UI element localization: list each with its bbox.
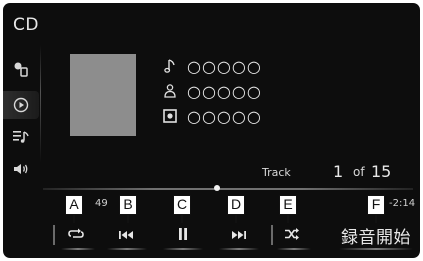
time-elapsed: 49 <box>95 198 108 209</box>
callout-a-line <box>73 215 75 223</box>
next-button-underline <box>219 248 259 250</box>
previous-button-underline <box>107 248 147 250</box>
callout-d: D <box>227 195 245 215</box>
track-label: Track <box>262 166 291 179</box>
progress-knob[interactable] <box>213 185 220 191</box>
previous-track-icon <box>118 226 134 245</box>
pause-button[interactable] <box>168 221 198 249</box>
callout-b-line <box>127 215 129 223</box>
track-of-label: of <box>353 165 365 179</box>
sidebar-item-source[interactable] <box>3 55 39 83</box>
callout-f-line <box>375 215 377 223</box>
album-name: ○○○○○ <box>187 106 262 126</box>
callout-c: C <box>173 195 191 215</box>
pause-button-underline <box>163 248 203 250</box>
record-start-button[interactable]: 録音開始 <box>337 221 415 249</box>
source-device-icon <box>13 61 29 77</box>
shuffle-button[interactable] <box>277 221 307 249</box>
time-remaining: -2:14 <box>389 198 416 209</box>
callout-c-line <box>181 215 183 223</box>
album-disc-icon <box>161 108 179 124</box>
record-button-underline <box>339 248 413 250</box>
speaker-volume-icon <box>12 161 30 177</box>
sidebar-item-playlist[interactable] <box>3 123 39 151</box>
pause-icon <box>177 226 189 245</box>
album-row: ○○○○○ <box>161 106 262 126</box>
track-current: 1 <box>333 162 344 181</box>
previous-track-button[interactable] <box>111 221 141 249</box>
sidebar-item-now-playing[interactable] <box>3 91 39 119</box>
callout-d-line <box>235 215 237 223</box>
sidebar-item-volume[interactable] <box>3 155 39 183</box>
control-separator <box>53 225 55 245</box>
progress-bar[interactable] <box>43 188 413 190</box>
artist-person-icon <box>161 83 179 99</box>
control-separator <box>271 225 273 245</box>
music-note-icon <box>161 58 179 74</box>
track-total: 15 <box>371 162 392 181</box>
playlist-music-icon <box>12 129 30 145</box>
callout-e: E <box>279 195 297 215</box>
play-circle-icon <box>13 97 29 113</box>
next-track-icon <box>231 226 247 245</box>
next-track-button[interactable] <box>224 221 254 249</box>
repeat-icon <box>68 226 84 245</box>
callout-e-line <box>287 215 289 223</box>
sidebar-divider <box>40 45 41 163</box>
record-start-label: 録音開始 <box>341 227 411 248</box>
repeat-button[interactable] <box>61 221 91 249</box>
repeat-button-underline <box>61 248 95 250</box>
song-title-row: ○○○○○ <box>161 56 262 76</box>
callout-f: F <box>367 195 385 215</box>
shuffle-button-underline <box>277 248 311 250</box>
artist-row: ○○○○○ <box>161 81 262 101</box>
artist-name: ○○○○○ <box>187 81 262 101</box>
screen-title: CD <box>13 15 39 35</box>
callout-b: B <box>119 195 137 215</box>
shuffle-icon <box>284 226 300 245</box>
callout-a: A <box>65 195 83 215</box>
song-title: ○○○○○ <box>187 56 262 76</box>
album-art-placeholder <box>70 54 136 136</box>
cd-audio-screen: CD ○○○○○ ○○○○○ ○○○○○ Track 1 of 15 49 -2… <box>3 3 420 258</box>
